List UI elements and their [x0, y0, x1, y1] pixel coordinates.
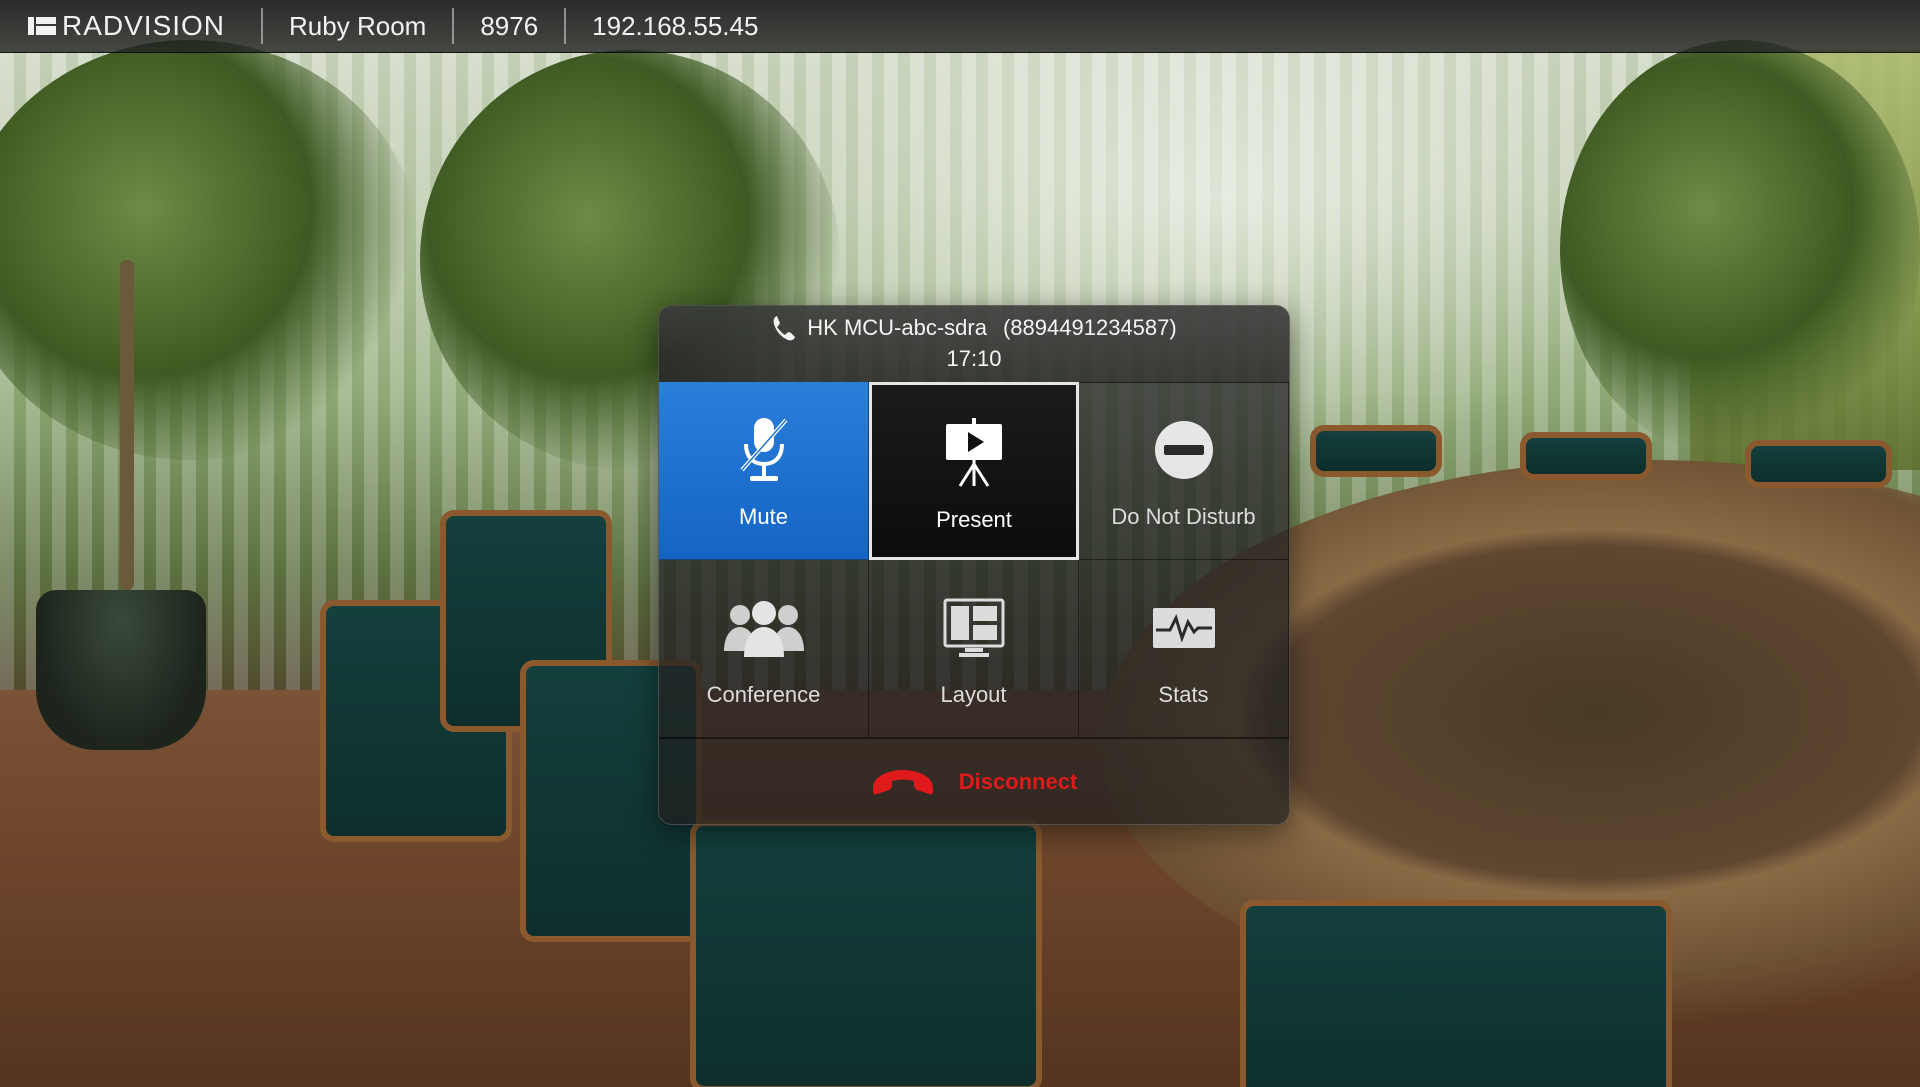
microphone-muted-icon — [722, 408, 806, 492]
chair — [1310, 425, 1442, 477]
mute-label: Mute — [739, 504, 788, 529]
plant-trunk — [120, 260, 134, 590]
call-number: (8894491234587) — [1002, 315, 1177, 340]
chair — [690, 820, 1042, 1087]
chair — [1745, 440, 1892, 488]
stats-pulse-icon — [1142, 586, 1226, 670]
layout-icon — [932, 586, 1016, 670]
call-duration: 17:10 — [946, 346, 1002, 371]
plant-pot — [36, 590, 206, 750]
layout-label: Layout — [940, 682, 1007, 707]
room-name: Ruby Room — [289, 10, 427, 41]
do-not-disturb-icon — [1142, 408, 1226, 492]
call-name: HK MCU-abc-sdra — [807, 315, 987, 340]
do-not-disturb-label: Do Not Disturb — [1111, 504, 1256, 529]
call-actions-grid: Mute Present Do Not Disturb Conference L… — [659, 382, 1289, 738]
conference-button[interactable]: Conference — [659, 560, 869, 738]
people-group-icon — [722, 586, 806, 670]
call-info-header: HK MCU-abc-sdra (8894491234587) 17:10 — [659, 306, 1289, 383]
disconnect-label: Disconnect — [958, 769, 1078, 794]
radvision-logo-icon — [28, 17, 56, 35]
extension-number: 8976 — [480, 10, 539, 41]
stats-button[interactable]: Stats — [1079, 560, 1289, 738]
chair — [1520, 432, 1652, 480]
in-call-menu: HK MCU-abc-sdra (8894491234587) 17:10 Mu… — [658, 305, 1290, 825]
phone-icon — [773, 316, 796, 341]
video-conference-screen: RADVISION Ruby Room 8976 192.168.55.45 H… — [0, 0, 1920, 1087]
present-button[interactable]: Present — [869, 382, 1079, 560]
chair — [1240, 900, 1672, 1087]
ip-address: 192.168.55.45 — [592, 10, 759, 41]
conference-label: Conference — [706, 682, 821, 707]
top-status-bar: RADVISION Ruby Room 8976 192.168.55.45 — [0, 0, 1920, 53]
layout-button[interactable]: Layout — [869, 560, 1079, 738]
brand-name: RADVISION — [62, 10, 226, 41]
stats-label: Stats — [1158, 682, 1209, 707]
brand-logo: RADVISION — [0, 10, 261, 42]
present-label: Present — [936, 507, 1012, 532]
do-not-disturb-button[interactable]: Do Not Disturb — [1079, 382, 1289, 560]
mute-button[interactable]: Mute — [659, 382, 869, 560]
call-title: HK MCU-abc-sdra (8894491234587) — [659, 314, 1289, 342]
disconnect-button[interactable]: Disconnect — [659, 738, 1289, 824]
hang-up-icon — [872, 770, 933, 795]
presentation-board-icon — [932, 411, 1016, 495]
plant-right — [1560, 40, 1920, 460]
